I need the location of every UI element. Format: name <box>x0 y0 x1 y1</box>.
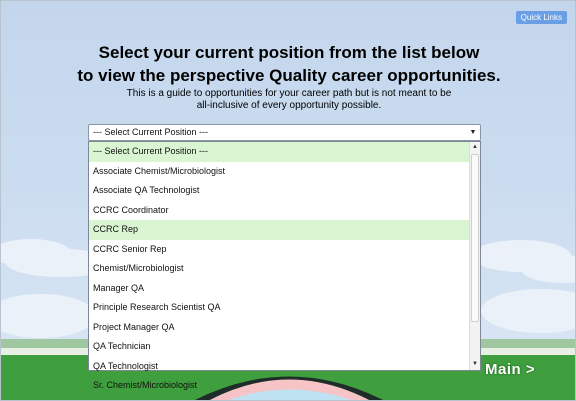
scroll-down-icon[interactable]: ▼ <box>470 359 480 370</box>
chevron-down-icon[interactable]: ▼ <box>468 125 478 140</box>
option-ccrc-rep[interactable]: CCRC Rep <box>89 220 470 240</box>
page-title: Select your current position from the li… <box>1 41 575 87</box>
scroll-up-icon[interactable]: ▲ <box>470 142 480 153</box>
option-ccrc-senior-rep[interactable]: CCRC Senior Rep <box>89 240 470 260</box>
select-value: --- Select Current Position --- <box>93 127 209 137</box>
option-associate-chemist[interactable]: Associate Chemist/Microbiologist <box>89 162 470 182</box>
page-subtitle: This is a guide to opportunities for you… <box>1 88 575 112</box>
options-container: --- Select Current Position --- Associat… <box>89 142 470 396</box>
option-chemist[interactable]: Chemist/Microbiologist <box>89 259 470 279</box>
position-options-list[interactable]: --- Select Current Position --- Associat… <box>88 141 481 390</box>
option-sr-chemist[interactable]: Sr. Chemist/Microbiologist <box>89 376 470 396</box>
option-qa-technologist[interactable]: QA Technologist <box>89 357 470 377</box>
option-qa-technician[interactable]: QA Technician <box>89 337 470 357</box>
main-button[interactable]: Main > <box>485 361 535 378</box>
title-line-1: Select your current position from the li… <box>98 43 480 62</box>
option-principle-research-scientist[interactable]: Principle Research Scientist QA <box>89 298 470 318</box>
quick-links-button[interactable]: Quick Links <box>515 11 567 24</box>
option-associate-qa-technologist[interactable]: Associate QA Technologist <box>89 181 470 201</box>
subtitle-line-1: This is a guide to opportunities for you… <box>126 88 452 99</box>
option-ccrc-coordinator[interactable]: CCRC Coordinator <box>89 201 470 221</box>
title-line-2: to view the perspective Quality career o… <box>77 66 501 85</box>
subtitle-line-2: all-inclusive of every opportunity possi… <box>196 100 382 111</box>
position-select[interactable]: --- Select Current Position --- ▼ <box>88 124 481 141</box>
list-scrollbar[interactable]: ▲ ▼ <box>469 142 480 370</box>
option-manager-qa[interactable]: Manager QA <box>89 279 470 299</box>
app-frame: Quick Links Select your current position… <box>0 0 576 401</box>
scrollbar-thumb[interactable] <box>471 154 479 322</box>
option-select-current-position[interactable]: --- Select Current Position --- <box>89 142 470 162</box>
option-project-manager-qa[interactable]: Project Manager QA <box>89 318 470 338</box>
